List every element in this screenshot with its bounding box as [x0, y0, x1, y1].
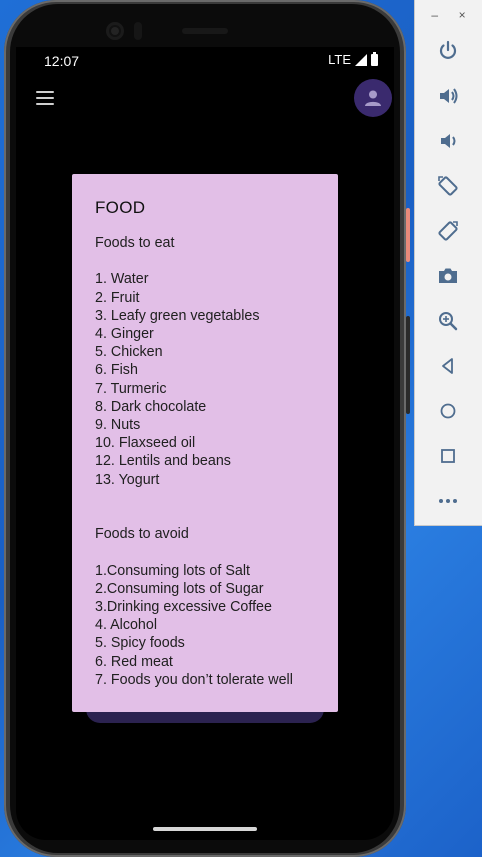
- note-line: [95, 543, 338, 561]
- gesture-home-bar[interactable]: [153, 827, 257, 831]
- volume-down-icon[interactable]: [435, 128, 461, 154]
- note-body: Foods to eat 1. Water 2. Fruit 3. Leafy gre…: [95, 234, 338, 689]
- note-line: 3.Drinking excessive Coffee: [95, 599, 272, 615]
- note-line: 2. Fruit: [95, 289, 140, 306]
- note-line: 1.Consuming lots of Salt: [95, 562, 250, 579]
- signal-icon: [355, 53, 367, 66]
- power-icon[interactable]: [435, 38, 461, 64]
- note-line: 10. Flaxseed oil: [95, 435, 196, 452]
- front-camera: [106, 22, 124, 40]
- earpiece-speaker: [182, 28, 228, 34]
- note-line: 1. Water: [95, 271, 149, 288]
- note-line: 12. Lentils and beans: [95, 453, 231, 470]
- note-line: 9. Nuts: [95, 417, 141, 434]
- profile-avatar-button[interactable]: [354, 79, 392, 117]
- note-line: 7. Turmeric: [95, 380, 167, 397]
- phone-screen: 12:07 LTE FOOD Foods to eat 1. Water 2. Fr…: [16, 47, 394, 840]
- note-title: FOOD: [95, 198, 146, 217]
- window-controls: – ×: [415, 8, 482, 22]
- note-line: 13. Yogurt: [95, 471, 160, 488]
- note-line: 8. Dark chocolate: [95, 398, 207, 415]
- rotate-right-icon[interactable]: [435, 218, 461, 244]
- emulator-toolbar: – ×: [414, 0, 482, 526]
- rotate-left-icon[interactable]: [435, 173, 461, 199]
- person-icon: [365, 90, 381, 106]
- back-icon[interactable]: [435, 353, 461, 379]
- side-button-orange: [406, 208, 410, 262]
- close-button[interactable]: ×: [459, 8, 466, 22]
- note-line: 5. Chicken: [95, 344, 163, 361]
- note-line: 7. Foods you don’t tolerate well: [95, 671, 293, 688]
- note-line: 4. Alcohol: [95, 617, 157, 634]
- note-line: Foods to avoid: [95, 526, 189, 543]
- proximity-sensor: [134, 22, 142, 40]
- minimize-button[interactable]: –: [431, 8, 438, 22]
- note-line: 3. Leafy green vegetables: [95, 307, 260, 324]
- note-line: [95, 507, 338, 525]
- overview-icon[interactable]: [435, 443, 461, 469]
- network-label: LTE: [328, 52, 351, 67]
- note-line: 4. Ginger: [95, 326, 154, 342]
- note-line: 2.Consuming lots of Sugar: [95, 580, 264, 597]
- zoom-icon[interactable]: [435, 308, 461, 334]
- status-time: 12:07: [44, 53, 80, 69]
- more-icon[interactable]: [435, 488, 461, 514]
- side-button-volume: [406, 316, 410, 414]
- home-icon[interactable]: [435, 398, 461, 424]
- note-card[interactable]: FOOD Foods to eat 1. Water 2. Fruit 3. Leaf…: [72, 174, 338, 712]
- note-line: 6. Fish: [95, 362, 138, 379]
- battery-icon: [371, 51, 378, 66]
- camera-icon[interactable]: [435, 263, 461, 289]
- note-line: Foods to eat: [95, 235, 175, 251]
- note-line: 5. Spicy foods: [95, 635, 185, 652]
- note-line: [95, 252, 338, 270]
- note-line: 6. Red meat: [95, 653, 173, 670]
- status-icons: LTE: [328, 51, 378, 67]
- volume-up-icon[interactable]: [435, 83, 461, 109]
- menu-icon[interactable]: [36, 91, 54, 105]
- note-line: [95, 489, 338, 507]
